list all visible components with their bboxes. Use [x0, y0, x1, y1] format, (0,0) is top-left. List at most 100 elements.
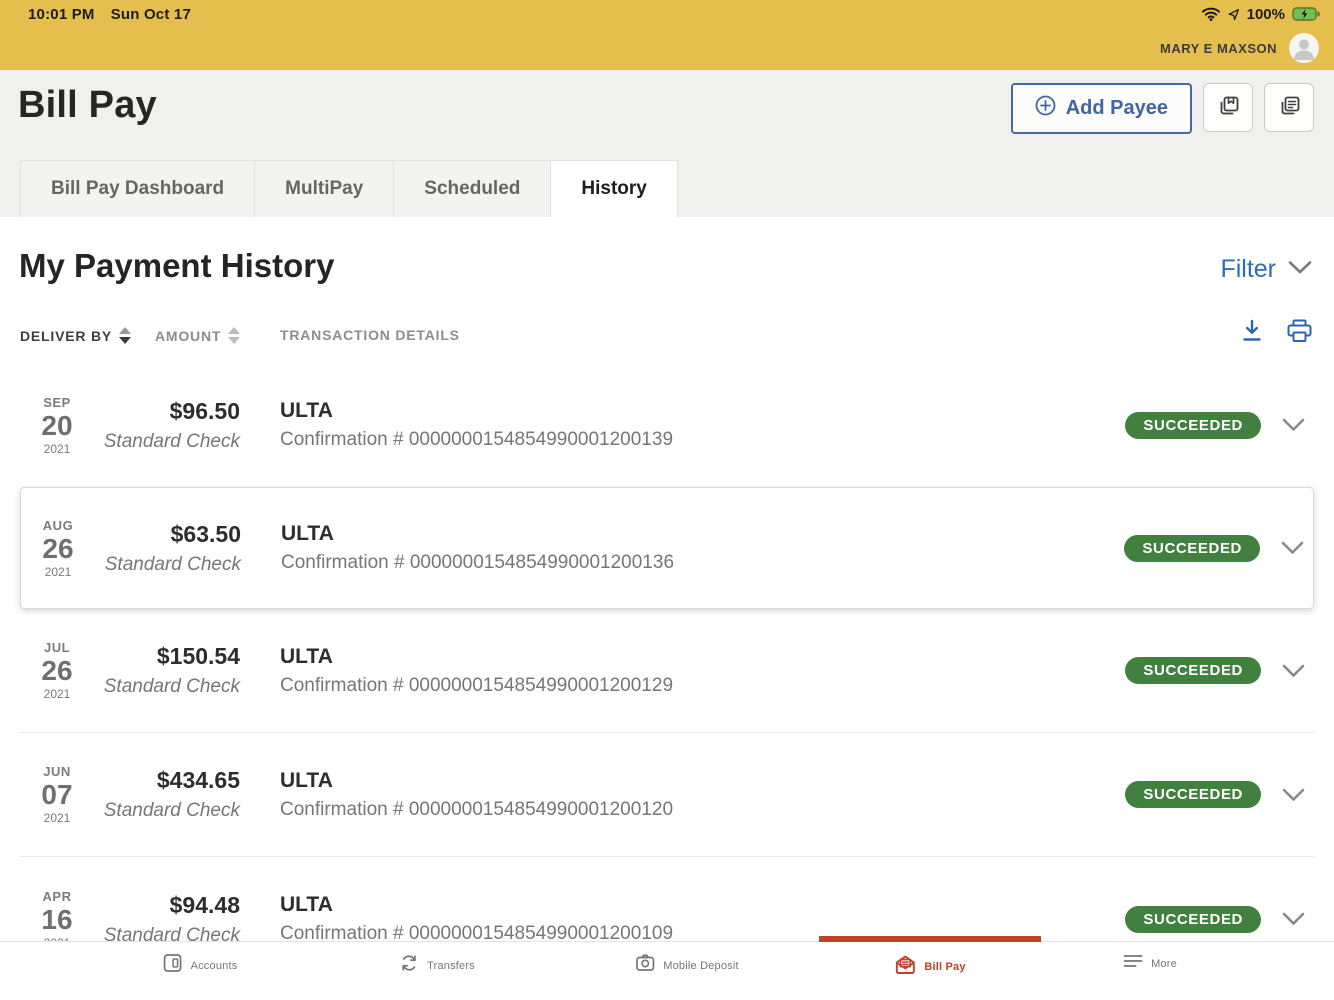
payment-details-block: ULTA Confirmation # 00000001548549900012…: [280, 645, 1125, 697]
tab-label: History: [581, 178, 646, 200]
row-expand-chevron-icon[interactable]: [1282, 418, 1305, 432]
avatar[interactable]: [1289, 33, 1319, 63]
payment-method: Standard Check: [84, 800, 240, 822]
column-deliver-by[interactable]: DELIVER BY: [20, 327, 131, 344]
payment-date: AUG 26 2021: [31, 519, 85, 578]
date-month: JUN: [30, 765, 84, 778]
sort-icon-amount: [228, 327, 240, 344]
tab[interactable]: MultiPay: [254, 160, 394, 217]
more-icon: [1123, 953, 1143, 974]
status-badge: SUCCEEDED: [1125, 781, 1261, 808]
confirmation-number: Confirmation # 0000000154854990001200139: [280, 429, 1125, 451]
date-day: 26: [31, 535, 85, 563]
row-expand-chevron-icon[interactable]: [1282, 788, 1305, 802]
battery-charging-icon: [1292, 7, 1320, 21]
deliver-by-label: DELIVER BY: [20, 328, 112, 344]
date-year: 2021: [30, 688, 84, 700]
payee-name: ULTA: [280, 645, 1125, 669]
confirmation-number: Confirmation # 0000000154854990001200129: [280, 675, 1125, 697]
battery-percent: 100%: [1247, 6, 1285, 23]
tab-label: Bill Pay Dashboard: [51, 178, 224, 200]
list-action-icons: [1241, 319, 1312, 343]
tab[interactable]: Scheduled: [393, 160, 551, 217]
payee-name: ULTA: [280, 893, 1125, 917]
payment-date: APR 16 2021: [30, 890, 84, 942]
tab[interactable]: History: [550, 160, 677, 217]
date-month: APR: [30, 890, 84, 903]
date-year: 2021: [30, 443, 84, 455]
nav-label-bill-pay: Bill Pay: [924, 961, 965, 973]
app-frame: 10:01 PM Sun Oct 17 100% MARY E MAXSON B…: [0, 0, 1334, 1000]
bill-pay-icon: [894, 953, 916, 980]
status-badge: SUCCEEDED: [1125, 906, 1261, 933]
payee-book-button[interactable]: [1203, 83, 1253, 132]
payment-amount: $96.50: [84, 398, 240, 425]
status-badge: SUCCEEDED: [1125, 412, 1261, 439]
payee-name: ULTA: [280, 769, 1125, 793]
transfers-icon: [399, 953, 419, 978]
nav-item-transfers[interactable]: Transfers: [399, 953, 475, 978]
payment-details-block: ULTA Confirmation # 00000001548549900012…: [280, 893, 1125, 941]
nav-label-accounts: Accounts: [191, 960, 238, 972]
documents-button[interactable]: [1264, 83, 1314, 132]
status-icons: 100%: [1202, 6, 1320, 23]
nav-label-more: More: [1151, 958, 1177, 970]
payment-status-block: SUCCEEDED: [1125, 412, 1305, 439]
nav-item-accounts[interactable]: Accounts: [163, 953, 238, 978]
active-nav-indicator: [819, 936, 1041, 942]
user-row: MARY E MAXSON: [0, 26, 1334, 70]
payment-amount-block: $94.48 Standard Check: [84, 892, 240, 942]
payment-row[interactable]: JUN 07 2021 $434.65 Standard Check ULTA …: [20, 733, 1314, 857]
column-amount[interactable]: AMOUNT: [155, 327, 240, 344]
payee-name: ULTA: [280, 399, 1125, 423]
payment-method: Standard Check: [84, 431, 240, 453]
add-payee-button[interactable]: Add Payee: [1011, 83, 1192, 134]
payment-amount-block: $63.50 Standard Check: [85, 521, 241, 576]
sort-icon-deliver-by: [119, 327, 131, 344]
row-expand-chevron-icon[interactable]: [1282, 912, 1305, 926]
header-actions: Add Payee: [1011, 83, 1314, 134]
filter-label: Filter: [1220, 255, 1276, 284]
payment-method: Standard Check: [84, 676, 240, 698]
status-badge: SUCCEEDED: [1125, 657, 1261, 684]
date-day: 07: [30, 781, 84, 809]
tab[interactable]: Bill Pay Dashboard: [20, 160, 255, 217]
payee-name: ULTA: [281, 522, 1124, 546]
payment-details-block: ULTA Confirmation # 00000001548549900012…: [280, 399, 1125, 451]
column-transaction-details: TRANSACTION DETAILS: [280, 327, 460, 343]
status-time: 10:01 PM: [28, 6, 95, 23]
payment-amount-block: $150.54 Standard Check: [84, 643, 240, 698]
add-payee-label: Add Payee: [1066, 97, 1168, 120]
row-expand-chevron-icon[interactable]: [1282, 664, 1305, 678]
download-icon[interactable]: [1241, 319, 1263, 343]
page-header: Bill Pay Add Payee Bill Pay Dashboard Mu…: [0, 70, 1334, 217]
payment-status-block: SUCCEEDED: [1125, 781, 1305, 808]
nav-label-mobile-deposit: Mobile Deposit: [663, 960, 739, 972]
chevron-down-icon: [1288, 260, 1312, 280]
nav-item-more[interactable]: More: [1123, 953, 1177, 974]
nav-label-transfers: Transfers: [427, 960, 475, 972]
confirmation-number: Confirmation # 0000000154854990001200136: [281, 552, 1124, 574]
date-year: 2021: [31, 566, 85, 578]
payment-amount: $150.54: [84, 643, 240, 670]
column-header-row: DELIVER BY AMOUNT TRANSACTION DETAILS: [20, 317, 1312, 357]
payment-row[interactable]: JUL 26 2021 $150.54 Standard Check ULTA …: [20, 609, 1314, 733]
nav-item-bill-pay[interactable]: Bill Pay: [894, 953, 965, 980]
bottom-nav: Accounts Transfers Mobile Deposit Bill P…: [0, 941, 1334, 1000]
confirmation-number: Confirmation # 0000000154854990001200120: [280, 799, 1125, 821]
user-name: MARY E MAXSON: [1160, 41, 1277, 56]
payment-status-block: SUCCEEDED: [1125, 906, 1305, 933]
payment-row[interactable]: AUG 26 2021 $63.50 Standard Check ULTA C…: [20, 487, 1314, 609]
row-expand-chevron-icon[interactable]: [1281, 541, 1304, 555]
documents-icon: [1276, 93, 1303, 123]
top-band: 10:01 PM Sun Oct 17 100% MARY E MAXSON: [0, 0, 1334, 70]
filter-dropdown[interactable]: Filter: [1220, 255, 1312, 284]
payment-details-block: ULTA Confirmation # 00000001548549900012…: [281, 522, 1124, 574]
payment-status-block: SUCCEEDED: [1125, 657, 1305, 684]
print-icon[interactable]: [1287, 319, 1312, 343]
payment-row[interactable]: APR 16 2021 $94.48 Standard Check ULTA C…: [20, 857, 1314, 941]
status-badge: SUCCEEDED: [1124, 535, 1260, 562]
nav-item-mobile-deposit[interactable]: Mobile Deposit: [635, 953, 739, 978]
payment-row[interactable]: SEP 20 2021 $96.50 Standard Check ULTA C…: [20, 363, 1314, 487]
page-title: Bill Pay: [18, 84, 157, 127]
